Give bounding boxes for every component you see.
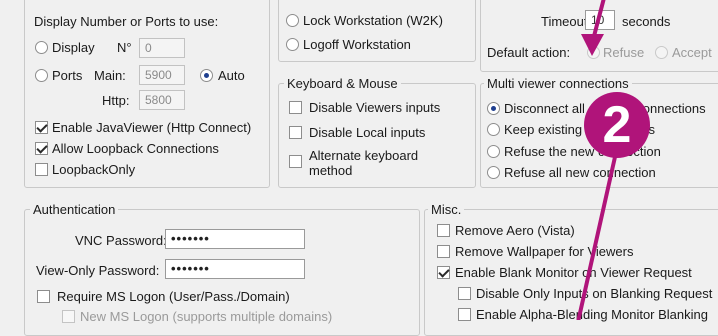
ports-radio[interactable]	[35, 69, 48, 82]
timeout-label: Timeout	[541, 14, 588, 29]
logoff-workstation-radio[interactable]	[286, 38, 299, 51]
seconds-label: seconds	[622, 14, 671, 29]
display-label: Display	[52, 40, 95, 55]
allow-loopback-checkbox[interactable]	[35, 142, 48, 155]
new-ms-logon-checkbox[interactable]	[62, 310, 75, 323]
display-number-field[interactable]: 0	[139, 38, 185, 58]
alternate-keyboard-label-line1: Alternate keyboard	[309, 148, 419, 163]
refuse-new-radio[interactable]	[487, 145, 500, 158]
refuse-label: Refuse	[603, 45, 645, 60]
display-number-label: N°	[117, 40, 132, 55]
disable-only-inputs-label: Disable Only Inputs on Blanking Request	[476, 286, 713, 301]
require-ms-logon-checkbox[interactable]	[37, 290, 50, 303]
multi-viewer-title: Multi viewer connections	[484, 76, 632, 91]
misc-title: Misc.	[428, 202, 465, 217]
viewonly-password-label: View-Only Password:	[36, 263, 160, 278]
lock-workstation-label: Lock Workstation (W2K)	[303, 13, 443, 28]
disconnect-group	[278, 0, 476, 62]
logoff-workstation-label: Logoff Workstation	[303, 37, 411, 52]
default-action-label: Default action:	[487, 45, 571, 60]
remove-aero-label: Remove Aero (Vista)	[455, 223, 575, 238]
refuse-all-radio[interactable]	[487, 166, 500, 179]
refuse-radio[interactable]	[587, 46, 600, 59]
lock-workstation-radio[interactable]	[286, 14, 299, 27]
remove-aero-checkbox[interactable]	[437, 224, 450, 237]
disable-local-inputs-label: Disable Local inputs	[309, 125, 426, 140]
disconnect-all-radio[interactable]	[487, 102, 500, 115]
http-port-label: Http:	[102, 93, 130, 108]
allow-loopback-label: Allow Loopback Connections	[52, 141, 219, 156]
enable-blank-monitor-checkbox[interactable]	[437, 266, 450, 279]
disable-only-inputs-checkbox[interactable]	[458, 287, 471, 300]
http-port-field[interactable]: 5800	[139, 90, 185, 110]
accept-label: Accept	[672, 45, 712, 60]
loopback-only-checkbox[interactable]	[35, 163, 48, 176]
keyboard-mouse-title: Keyboard & Mouse	[284, 76, 401, 91]
ports-label: Ports	[52, 68, 83, 83]
vnc-password-field[interactable]: •••••••	[165, 229, 305, 249]
annotation-number-badge: 2	[584, 92, 650, 158]
loopback-only-label: LoopbackOnly	[52, 162, 136, 177]
display-radio[interactable]	[35, 41, 48, 54]
auto-radio[interactable]	[200, 69, 213, 82]
enable-javaviewer-label: Enable JavaViewer (Http Connect)	[52, 120, 252, 135]
new-ms-logon-label: New MS Logon (supports multiple domains)	[80, 309, 333, 324]
keep-existing-radio[interactable]	[487, 123, 500, 136]
viewonly-password-field[interactable]: •••••••	[165, 259, 305, 279]
disable-viewers-inputs-label: Disable Viewers inputs	[309, 100, 441, 115]
ports-group-title: Display Number or Ports to use:	[34, 14, 219, 29]
timeout-field[interactable]: 10	[585, 10, 615, 30]
authentication-title: Authentication	[30, 202, 119, 217]
auto-label: Auto	[218, 68, 245, 83]
enable-blank-monitor-label: Enable Blank Monitor on Viewer Request	[455, 265, 692, 280]
alternate-keyboard-checkbox[interactable]	[289, 155, 302, 168]
remove-wallpaper-label: Remove Wallpaper for Viewers	[455, 244, 634, 259]
accept-radio[interactable]	[655, 46, 668, 59]
vnc-password-label: VNC Password:	[75, 233, 167, 248]
enable-javaviewer-checkbox[interactable]	[35, 121, 48, 134]
enable-alpha-blending-checkbox[interactable]	[458, 308, 471, 321]
refuse-all-label: Refuse all new connection	[504, 165, 656, 180]
alternate-keyboard-label-line2: method	[309, 163, 353, 178]
require-ms-logon-label: Require MS Logon (User/Pass./Domain)	[57, 289, 290, 304]
remove-wallpaper-checkbox[interactable]	[437, 245, 450, 258]
disable-viewers-inputs-checkbox[interactable]	[289, 101, 302, 114]
main-port-label: Main:	[94, 68, 126, 83]
disable-local-inputs-checkbox[interactable]	[289, 126, 302, 139]
main-port-field[interactable]: 5900	[139, 65, 185, 85]
